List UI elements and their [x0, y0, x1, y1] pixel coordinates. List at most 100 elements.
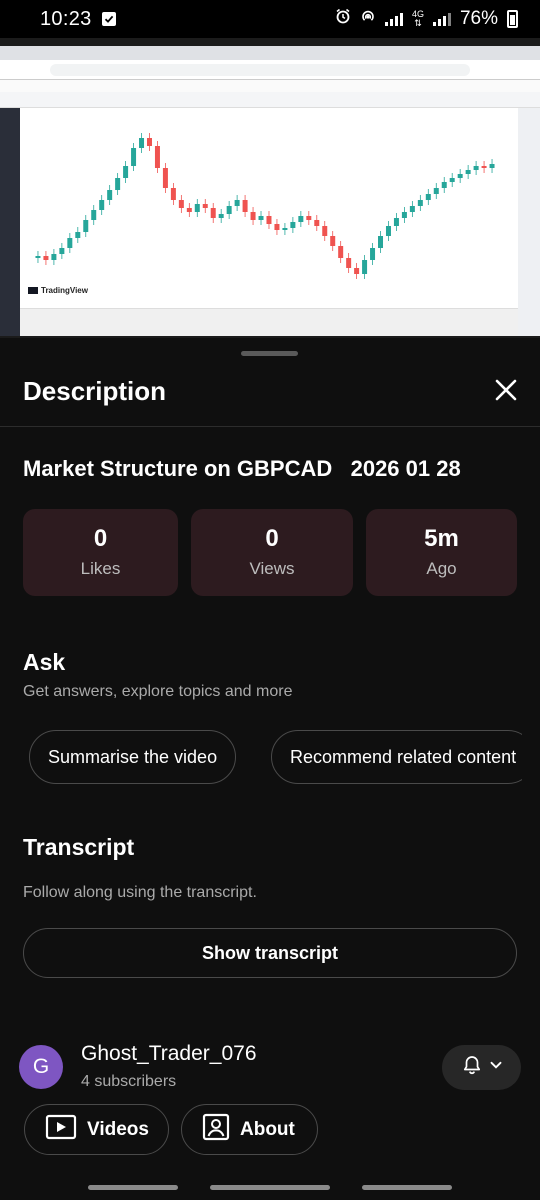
- chart-toolbar: [0, 92, 540, 108]
- candle-body: [178, 200, 184, 208]
- browser-tabs: [0, 46, 540, 60]
- candle-body: [226, 206, 232, 214]
- stat-label: Ago: [426, 559, 457, 578]
- candle-body: [425, 194, 431, 200]
- candle-body: [354, 268, 360, 274]
- candle-body: [346, 258, 352, 268]
- candle-body: [43, 256, 49, 260]
- notification-bell-button[interactable]: [442, 1045, 521, 1090]
- candle-body: [298, 216, 304, 222]
- chip-recommend[interactable]: Recommend related content: [271, 730, 522, 784]
- candle-body: [258, 216, 264, 220]
- candle-body: [131, 148, 137, 166]
- chart-drawing-tools: [0, 108, 20, 336]
- candle-body: [338, 246, 344, 258]
- signal-icon: [432, 12, 451, 26]
- candle-body: [51, 254, 57, 260]
- candle-body: [282, 228, 288, 230]
- candle-body: [59, 248, 65, 254]
- system-nav-bar[interactable]: [362, 1185, 452, 1190]
- ask-heading: Ask: [23, 649, 66, 675]
- channel-name[interactable]: Ghost_Trader_076: [81, 1042, 257, 1066]
- browser-bookmarks: [0, 80, 540, 92]
- candle-body: [465, 170, 471, 174]
- candle-body: [75, 232, 81, 238]
- videos-button[interactable]: Videos: [24, 1104, 169, 1155]
- stat-value: 0: [93, 525, 108, 552]
- candle-body: [250, 212, 256, 220]
- candle-body: [409, 206, 415, 212]
- candle-body: [162, 168, 168, 188]
- check-icon: [101, 12, 116, 26]
- candle-body: [473, 166, 479, 170]
- description-sheet: Description Market Structure on GBPCAD 2…: [0, 338, 540, 1200]
- candle-body: [441, 182, 447, 188]
- browser-url-bar: [0, 60, 540, 80]
- tradingview-logo: TradingView: [28, 286, 88, 295]
- close-icon[interactable]: [492, 376, 520, 404]
- stat-ago: 5m Ago: [366, 509, 517, 596]
- about-button[interactable]: About: [181, 1104, 318, 1155]
- candle-body: [218, 214, 224, 218]
- video-title: Market Structure on GBPCAD 2026 01 28: [23, 456, 461, 481]
- candle-body: [139, 138, 145, 148]
- candle-body: [362, 260, 368, 274]
- candle-body: [35, 256, 41, 258]
- candle-body: [385, 226, 391, 236]
- status-time: 10:23: [40, 7, 92, 30]
- candle-body: [378, 236, 384, 248]
- candle-body: [457, 174, 463, 178]
- stat-label: Likes: [80, 559, 121, 578]
- transcript-subtitle: Follow along using the transcript.: [23, 884, 257, 901]
- alarm-icon: [335, 8, 351, 30]
- chart-price-scale: [518, 108, 540, 336]
- candle-body: [433, 188, 439, 194]
- candle-body: [242, 200, 248, 212]
- candle-body: [290, 222, 296, 228]
- candle-body: [123, 166, 129, 178]
- candlestick-chart: [35, 133, 495, 279]
- candle-body: [417, 200, 423, 206]
- system-nav-bar[interactable]: [210, 1185, 330, 1190]
- candle-body: [170, 188, 176, 200]
- system-nav-bar[interactable]: [88, 1185, 178, 1190]
- network-type: 4G ⇅: [411, 9, 424, 28]
- candle-body: [393, 218, 399, 226]
- candle-body: [186, 208, 192, 212]
- battery-percent: 76%: [459, 8, 498, 29]
- show-transcript-button[interactable]: Show transcript: [23, 928, 517, 978]
- candle-body: [314, 220, 320, 226]
- stat-value: 5m: [424, 525, 459, 552]
- candle-body: [234, 200, 240, 206]
- video-player[interactable]: TradingView: [0, 38, 540, 338]
- candle-body: [210, 208, 216, 218]
- candle-body: [83, 220, 89, 232]
- battery-icon: [507, 10, 518, 28]
- candle-body: [401, 212, 407, 218]
- signal-icon: [384, 12, 403, 26]
- candle-body: [146, 138, 152, 146]
- chart-bottom-panel: [20, 308, 518, 336]
- avatar[interactable]: G: [19, 1045, 63, 1089]
- about-label: About: [240, 1118, 295, 1140]
- candle-body: [91, 210, 97, 220]
- candle-body: [306, 216, 312, 220]
- ask-subtitle: Get answers, explore topics and more: [23, 683, 293, 700]
- candle-body: [449, 178, 455, 182]
- price-chart: TradingView: [20, 108, 518, 308]
- candle-body: [107, 190, 113, 200]
- play-icon: [45, 1114, 77, 1146]
- transcript-heading: Transcript: [23, 834, 135, 860]
- candle-body: [330, 236, 336, 246]
- chevron-down-icon: [489, 1058, 503, 1077]
- drag-handle[interactable]: [241, 351, 298, 356]
- chip-summarise[interactable]: Summarise the video: [29, 730, 237, 784]
- candle-body: [266, 216, 272, 224]
- videos-label: Videos: [87, 1118, 149, 1140]
- profile-icon: [202, 1113, 230, 1147]
- stat-views: 0 Views: [191, 509, 353, 596]
- hotspot-icon: [360, 8, 376, 30]
- candle-body: [99, 200, 105, 210]
- ask-chips: Summarise the video Recommend related co…: [0, 730, 522, 786]
- candle-body: [322, 226, 328, 236]
